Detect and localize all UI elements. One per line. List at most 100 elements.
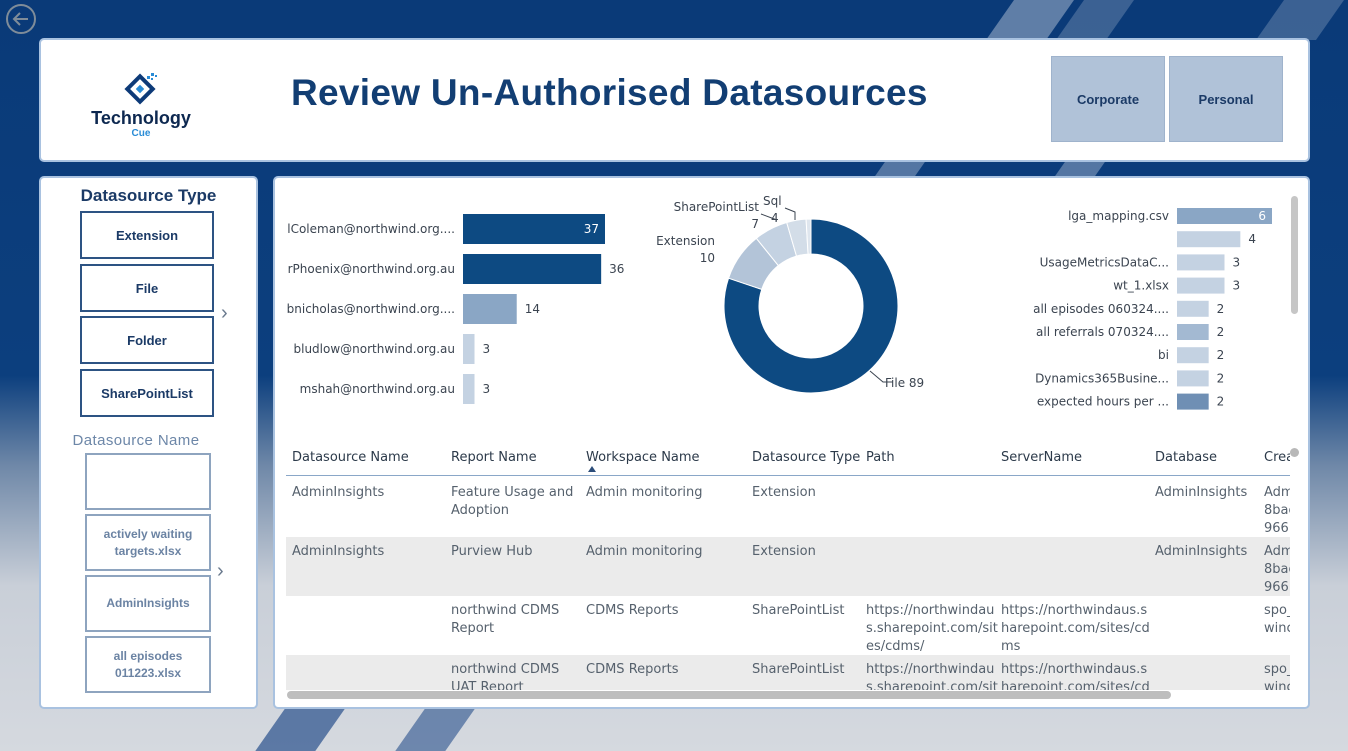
bar[interactable] bbox=[1177, 300, 1209, 317]
table-cell: spo_winc bbox=[1264, 662, 1290, 690]
column-header[interactable]: Report Name bbox=[451, 450, 537, 465]
type-option-extension[interactable]: Extension bbox=[80, 211, 214, 259]
bar[interactable] bbox=[1177, 393, 1209, 410]
arrow-left-icon bbox=[12, 12, 28, 26]
datasource-table: Datasource Name Report Name Workspace Name… bbox=[286, 442, 1290, 690]
vertical-scrollbar[interactable] bbox=[1291, 196, 1298, 314]
bar-value-label: 2 bbox=[1217, 395, 1225, 409]
slice-value-sharepointlist: 7 bbox=[751, 217, 759, 231]
bar[interactable] bbox=[1177, 370, 1209, 387]
name-option-actively-waiting[interactable]: actively waiting targets.xlsx bbox=[85, 514, 211, 571]
bar-value-label: 2 bbox=[1217, 302, 1225, 316]
table-row[interactable]: AdminInsights Feature Usage and Adoption Ad… bbox=[286, 478, 1290, 537]
table-cell: AdminInsights bbox=[1155, 485, 1248, 500]
horizontal-scrollbar[interactable] bbox=[287, 691, 1171, 699]
datasource-name-title: Datasource Name bbox=[72, 432, 200, 449]
bar-value-label: 3 bbox=[1233, 279, 1241, 293]
leader-line bbox=[784, 207, 796, 220]
column-header[interactable]: Path bbox=[866, 450, 895, 465]
table-cell: Admin monitoring bbox=[586, 485, 703, 500]
column-header[interactable]: Datasource Type bbox=[752, 450, 860, 465]
slice-value-sql: 4 bbox=[771, 211, 779, 225]
name-option-all-episodes[interactable]: all episodes 011223.xlsx bbox=[85, 636, 211, 693]
slice-value-extension: 10 bbox=[700, 251, 715, 265]
slice-label-extension: Extension bbox=[656, 234, 715, 248]
table-cell: northwind CDMS UAT Report bbox=[451, 662, 560, 690]
bar-label: all referrals 070324.... bbox=[1036, 325, 1169, 339]
slice-label-file: File 89 bbox=[885, 376, 924, 390]
bar-label: expected hours per ... bbox=[1037, 395, 1169, 409]
column-header[interactable]: Database bbox=[1155, 450, 1217, 465]
bar[interactable] bbox=[463, 374, 475, 404]
bar-label: bi bbox=[1158, 348, 1169, 362]
bar-value-label: 6 bbox=[1258, 209, 1266, 223]
slice-label-sharepointlist: SharePointList bbox=[674, 200, 760, 214]
table-cell: AdminInsights bbox=[292, 485, 385, 500]
header-panel: Technology Cue Review Un-Authorised Data… bbox=[39, 38, 1310, 162]
bar[interactable] bbox=[1177, 254, 1225, 271]
bar-value-label: 3 bbox=[483, 382, 491, 396]
datasource-name-bar-chart: lga_mapping.csv 64 UsageMetricsDataC... 3 wt… bbox=[1033, 208, 1272, 410]
logo: Technology Cue bbox=[89, 72, 199, 142]
table-cell: https://northwindau s.sharepoint.com/sit bbox=[866, 662, 998, 690]
bar-label: UsageMetricsDataC... bbox=[1040, 255, 1169, 269]
bar-value-label: 3 bbox=[483, 342, 491, 356]
personal-button[interactable]: Personal bbox=[1169, 56, 1283, 142]
table-cell: https://northwindaus.sharepoint.com/site… bbox=[1001, 662, 1150, 690]
bar[interactable] bbox=[1177, 231, 1241, 248]
datasource-type-donut-chart: File 89 Extension 10 SharePointList 7 Sql 4 bbox=[656, 194, 924, 394]
column-header[interactable]: Datasource Name bbox=[292, 450, 409, 465]
name-option-admininsights[interactable]: AdminInsights bbox=[85, 575, 211, 632]
bar-label: rPhoenix@northwind.org.au bbox=[288, 262, 455, 276]
back-button[interactable] bbox=[6, 4, 36, 34]
header-divider bbox=[286, 475, 1290, 476]
column-header[interactable]: Crea bbox=[1264, 450, 1290, 465]
bar-label: bnicholas@northwind.org.... bbox=[287, 302, 455, 316]
table-cell: spo_winc bbox=[1264, 603, 1290, 636]
table-cell: Extension bbox=[752, 485, 816, 500]
table-cell: https://northwindaus.sharepoint.com/site… bbox=[866, 603, 998, 654]
bar-label: mshah@northwind.org.au bbox=[300, 382, 455, 396]
column-header[interactable]: ServerName bbox=[1001, 450, 1082, 465]
table-row[interactable]: northwind CDMS UAT Report CDMS Reports Shar… bbox=[286, 655, 1290, 690]
bar[interactable] bbox=[463, 294, 517, 324]
bar-value-label: 14 bbox=[525, 302, 540, 316]
bar[interactable] bbox=[463, 334, 475, 364]
main-panel: lColeman@northwind.org.... 37 rPhoenix@nor… bbox=[273, 176, 1310, 709]
type-option-sharepointlist[interactable]: SharePointList bbox=[80, 369, 214, 417]
scroll-indicator[interactable] bbox=[1290, 448, 1299, 457]
bar-label: all episodes 060324.... bbox=[1033, 302, 1169, 316]
table-cell: SharePointList bbox=[752, 662, 845, 677]
type-option-file[interactable]: File bbox=[80, 264, 214, 312]
bar[interactable] bbox=[1177, 347, 1209, 364]
table-cell: Purview Hub bbox=[451, 544, 533, 559]
table-cell: AdminInsights bbox=[292, 544, 385, 559]
bar-value-label: 2 bbox=[1217, 371, 1225, 385]
bar-label: bludlow@northwind.org.au bbox=[294, 342, 456, 356]
page-title: Review Un-Authorised Datasources bbox=[291, 72, 928, 113]
bar[interactable] bbox=[1177, 277, 1225, 294]
type-option-folder[interactable]: Folder bbox=[80, 316, 214, 364]
decor-stripe bbox=[252, 705, 348, 751]
chevron-right-icon[interactable]: › bbox=[221, 302, 228, 325]
datasource-type-title: Datasource Type bbox=[80, 186, 217, 205]
bar-label: wt_1.xlsx bbox=[1113, 279, 1169, 293]
user-bar-chart: lColeman@northwind.org.... 37 rPhoenix@nor… bbox=[287, 214, 624, 404]
logo-text: Technology bbox=[91, 108, 191, 128]
table-row[interactable]: northwind CDMS Report CDMS Reports SharePoi… bbox=[286, 596, 1290, 655]
table-cell: Extension bbox=[752, 544, 816, 559]
bar[interactable] bbox=[463, 254, 602, 284]
bar-value-label: 2 bbox=[1217, 348, 1225, 362]
corporate-button[interactable]: Corporate bbox=[1051, 56, 1165, 142]
column-header[interactable]: Workspace Name bbox=[586, 450, 700, 465]
chevron-right-icon[interactable]: › bbox=[217, 560, 224, 583]
bar[interactable] bbox=[1177, 324, 1209, 340]
table-cell: https://northwindaus.sharepoint.com/site… bbox=[1001, 603, 1150, 654]
table-row[interactable]: AdminInsights Purview Hub Admin monitoring… bbox=[286, 537, 1290, 596]
diamond-logo-icon bbox=[124, 73, 157, 105]
sort-ascending-icon[interactable] bbox=[588, 466, 596, 472]
decor-stripe bbox=[392, 705, 478, 751]
table-cell: Feature Usage and Adoption bbox=[451, 485, 574, 518]
table-cell: Admin monitoring bbox=[586, 544, 703, 559]
name-option-blank[interactable] bbox=[85, 453, 211, 510]
